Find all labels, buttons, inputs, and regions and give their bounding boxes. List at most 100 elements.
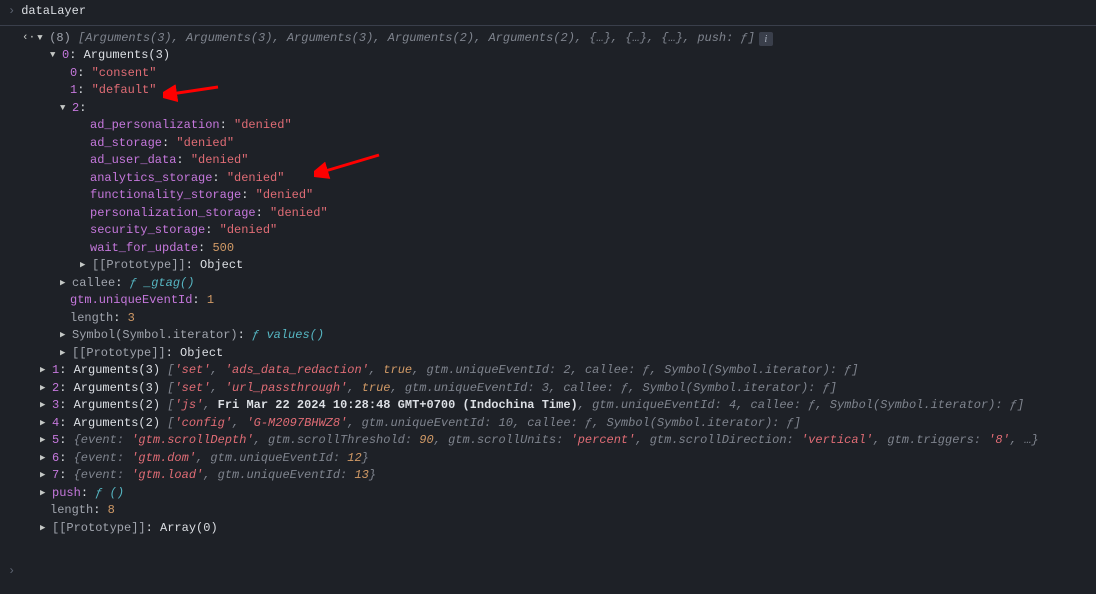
prototype-row[interactable]: [[Prototype]]: Object [8, 345, 1088, 363]
entry-5[interactable]: 5: {event: 'gtm.scrollDepth', gtm.scroll… [8, 432, 1088, 450]
prop-key: length [50, 502, 93, 520]
prop-key: 3 [52, 397, 59, 415]
prop-key: callee [72, 275, 115, 293]
prop-key: [[Prototype]] [52, 520, 146, 538]
entry-4[interactable]: 4: Arguments(2) ['config', 'G-M2097BHWZ8… [8, 415, 1088, 433]
prop-key: personalization_storage [90, 205, 256, 223]
prop-type: Arguments(3) [74, 380, 160, 398]
prop-value: "default" [92, 82, 157, 100]
expand-toggle[interactable] [40, 380, 50, 398]
prop-key: wait_for_update [90, 240, 198, 258]
expand-toggle[interactable] [60, 345, 70, 363]
expand-toggle[interactable] [40, 520, 50, 538]
prop-key: 0 [70, 65, 77, 83]
console-result: ‹· (8) [Arguments(3), Arguments(3), Argu… [0, 26, 1096, 542]
expand-toggle[interactable] [40, 450, 50, 468]
consent-field-row[interactable]: ad_storage: "denied" [8, 135, 1088, 153]
entry-1[interactable]: 1: Arguments(3) ['set', 'ads_data_redact… [8, 362, 1088, 380]
entry-7[interactable]: 7: {event: 'gtm.load', gtm.uniqueEventId… [8, 467, 1088, 485]
prop-key: push [52, 485, 81, 503]
consent-field-row[interactable]: ad_personalization: "denied" [8, 117, 1088, 135]
expand-toggle[interactable] [60, 275, 70, 293]
prototype-row[interactable]: [[Prototype]]: Object [8, 257, 1088, 275]
prop-key: gtm.uniqueEventId [70, 292, 192, 310]
preview: {event: 'gtm.scrollDepth', gtm.scrollThr… [74, 432, 1039, 450]
prop-key: 2 [52, 380, 59, 398]
info-icon[interactable]: i [759, 32, 773, 46]
prop-key: 7 [52, 467, 59, 485]
prop-key: 4 [52, 415, 59, 433]
prop-value: "denied" [270, 205, 328, 223]
prop-value: 1 [207, 292, 214, 310]
prop-value: "denied" [220, 222, 278, 240]
consent-field-row[interactable]: security_storage: "denied" [8, 222, 1088, 240]
unique-event-id-row[interactable]: gtm.uniqueEventId: 1 [8, 292, 1088, 310]
prop-value: ƒ _gtag() [130, 275, 195, 293]
symbol-iterator-row[interactable]: Symbol(Symbol.iterator): ƒ values() [8, 327, 1088, 345]
entry-0-1[interactable]: 1: "default" [8, 82, 1088, 100]
console-input-row: › dataLayer [0, 0, 1096, 26]
prompt-caret-icon: › [8, 3, 15, 21]
expand-toggle[interactable] [40, 415, 50, 433]
prop-key: ad_storage [90, 135, 162, 153]
array-preview: [Arguments(3), Arguments(3), Arguments(3… [78, 30, 755, 48]
entry-2[interactable]: 2: Arguments(3) ['set', 'url_passthrough… [8, 380, 1088, 398]
result-caret-icon: ‹· [22, 30, 35, 48]
expand-toggle[interactable] [40, 467, 50, 485]
prop-type: Arguments(2) [74, 415, 160, 433]
entry-0-2[interactable]: 2: [8, 100, 1088, 118]
prop-value: Array(0) [160, 520, 218, 538]
prop-key: length [70, 310, 113, 328]
entry-6[interactable]: 6: {event: 'gtm.dom', gtm.uniqueEventId:… [8, 450, 1088, 468]
consent-field-row[interactable]: functionality_storage: "denied" [8, 187, 1088, 205]
prop-value: "consent" [92, 65, 157, 83]
prop-key: [[Prototype]] [92, 257, 186, 275]
consent-field-row[interactable]: personalization_storage: "denied" [8, 205, 1088, 223]
expand-toggle[interactable] [40, 432, 50, 450]
prop-value: "denied" [256, 187, 314, 205]
prop-key: 2 [72, 100, 79, 118]
prop-type: Arguments(3) [74, 362, 160, 380]
prop-value: "denied" [191, 152, 249, 170]
result-summary[interactable]: ‹· (8) [Arguments(3), Arguments(3), Argu… [8, 30, 1088, 48]
preview: ['set', 'url_passthrough', true, gtm.uni… [167, 380, 837, 398]
console-input-text[interactable]: dataLayer [21, 3, 86, 21]
expand-toggle[interactable] [37, 30, 47, 48]
entry-0[interactable]: 0: Arguments(3) [8, 47, 1088, 65]
prop-key: ad_personalization [90, 117, 220, 135]
expand-toggle[interactable] [40, 362, 50, 380]
expand-toggle[interactable] [80, 257, 90, 275]
prop-key: Symbol(Symbol.iterator) [72, 327, 238, 345]
entry-0-0[interactable]: 0: "consent" [8, 65, 1088, 83]
prompt-caret-icon[interactable]: › [8, 563, 15, 581]
expand-toggle[interactable] [60, 100, 70, 118]
prop-value: "denied" [176, 135, 234, 153]
prop-key: 0 [62, 47, 69, 65]
expand-toggle[interactable] [50, 47, 60, 65]
prop-key: ad_user_data [90, 152, 176, 170]
consent-field-row[interactable]: analytics_storage: "denied" [8, 170, 1088, 188]
consent-field-row[interactable]: wait_for_update: 500 [8, 240, 1088, 258]
entry-3[interactable]: 3: Arguments(2) ['js', Fri Mar 22 2024 1… [8, 397, 1088, 415]
prop-key: functionality_storage [90, 187, 241, 205]
preview: ['config', 'G-M2097BHWZ8', gtm.uniqueEve… [167, 415, 801, 433]
prop-value: ƒ () [95, 485, 124, 503]
prop-value: "denied" [227, 170, 285, 188]
expand-toggle[interactable] [60, 327, 70, 345]
length-row[interactable]: length: 3 [8, 310, 1088, 328]
expand-toggle[interactable] [40, 397, 50, 415]
consent-field-row[interactable]: ad_user_data: "denied" [8, 152, 1088, 170]
preview: ['set', 'ads_data_redaction', true, gtm.… [167, 362, 858, 380]
preview: {event: 'gtm.dom', gtm.uniqueEventId: 12… [74, 450, 369, 468]
length-row[interactable]: length: 8 [8, 502, 1088, 520]
prop-value: Object [200, 257, 243, 275]
prop-value: Object [180, 345, 223, 363]
prop-key: 1 [70, 82, 77, 100]
callee-row[interactable]: callee: ƒ _gtag() [8, 275, 1088, 293]
push-row[interactable]: push: ƒ () [8, 485, 1088, 503]
prop-key: security_storage [90, 222, 205, 240]
prop-type: Arguments(3) [84, 47, 170, 65]
preview: ['js', Fri Mar 22 2024 10:28:48 GMT+0700… [167, 397, 1024, 415]
expand-toggle[interactable] [40, 485, 50, 503]
prototype-row[interactable]: [[Prototype]]: Array(0) [8, 520, 1088, 538]
